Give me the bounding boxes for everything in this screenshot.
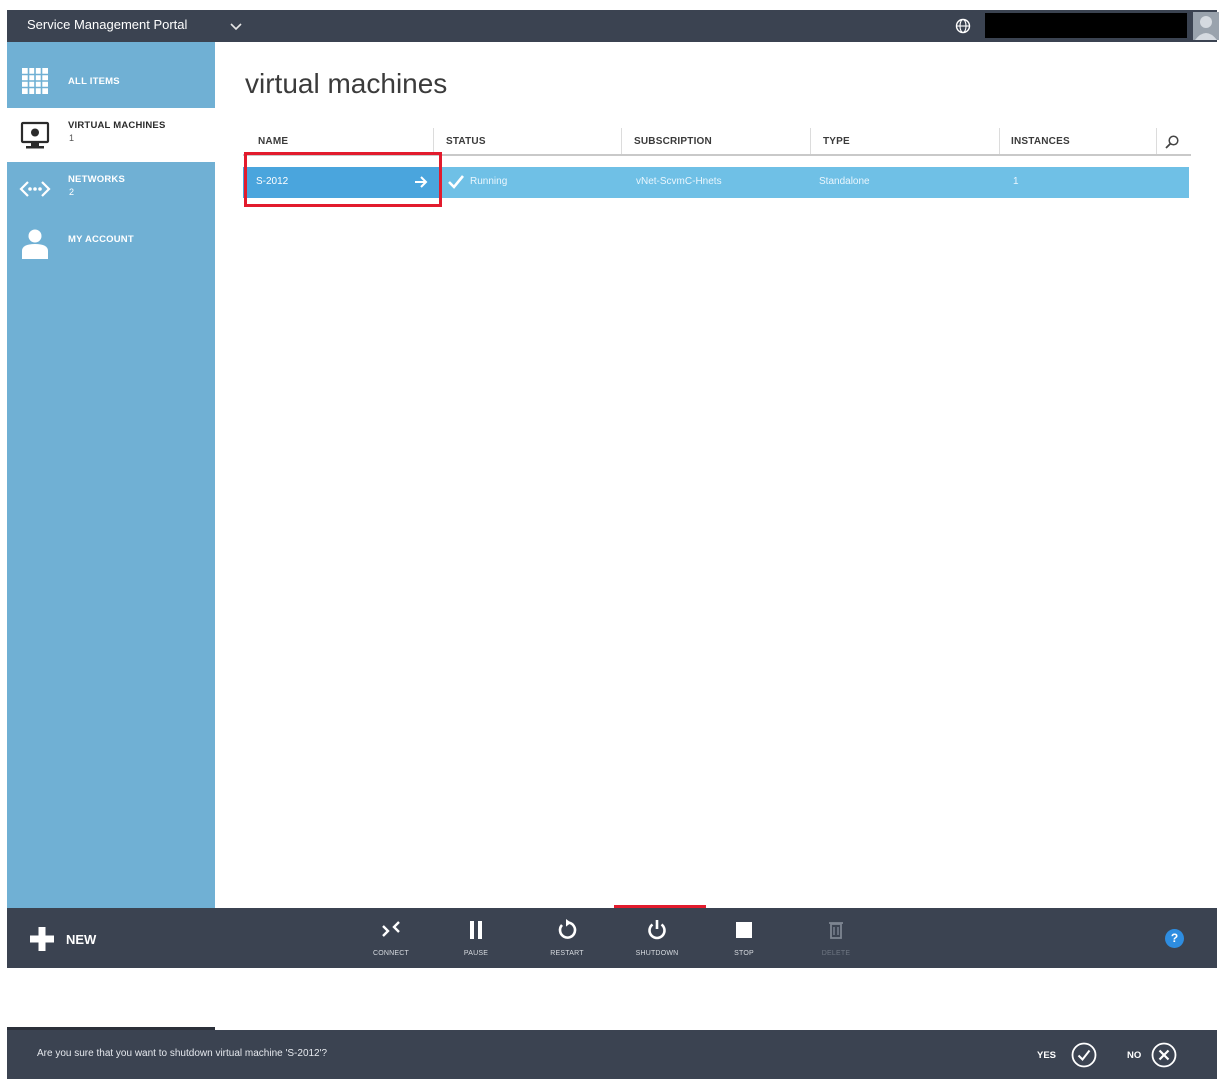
shutdown-label: SHUTDOWN	[635, 950, 679, 957]
plus-icon	[30, 927, 54, 951]
shutdown-button[interactable]: SHUTDOWN	[624, 908, 690, 968]
confirm-bar: Are you sure that you want to shutdown v…	[7, 1030, 1217, 1079]
portal-brand[interactable]: Service Management Portal	[27, 17, 187, 32]
sidebar-item-label: NETWORKS	[68, 174, 126, 185]
restart-button[interactable]: RESTART	[534, 908, 600, 968]
chevron-down-icon[interactable]	[225, 14, 247, 38]
sidebar-item-networks[interactable]: NETWORKS 2	[7, 162, 215, 216]
help-button[interactable]: ?	[1165, 929, 1184, 948]
confirm-message: Are you sure that you want to shutdown v…	[37, 1048, 328, 1059]
stop-label: STOP	[734, 950, 754, 957]
column-divider	[621, 128, 622, 154]
vm-status: Running	[470, 176, 508, 187]
connect-icon	[382, 921, 400, 937]
page-title: virtual machines	[245, 68, 448, 99]
close-circle-icon	[1151, 1042, 1177, 1068]
column-header-instances[interactable]: INSTANCES	[1011, 136, 1070, 147]
pause-icon	[470, 921, 482, 939]
column-divider	[1156, 128, 1157, 154]
sidebar-item-count: 1	[69, 133, 75, 143]
sidebar-item-label: VIRTUAL MACHINES	[68, 120, 166, 131]
power-icon	[648, 920, 666, 940]
trash-icon	[829, 922, 843, 939]
sidebar-item-label: MY ACCOUNT	[68, 234, 134, 245]
sidebar-item-label: ALL ITEMS	[68, 76, 120, 87]
yes-button[interactable]: YES	[1037, 1040, 1107, 1070]
top-bar: Service Management Portal	[7, 10, 1219, 42]
name-highlight-box	[244, 152, 442, 207]
column-divider	[810, 128, 811, 154]
vm-subscription: vNet-ScvmC-Hnets	[636, 176, 722, 187]
search-icon[interactable]	[1164, 134, 1180, 150]
no-label: NO	[1127, 1050, 1142, 1061]
restart-label: RESTART	[550, 950, 584, 957]
sidebar-item-my-account[interactable]: MY ACCOUNT	[7, 216, 215, 270]
no-button[interactable]: NO	[1127, 1040, 1197, 1070]
network-icon	[19, 181, 51, 197]
sidebar-item-virtual-machines[interactable]: VIRTUAL MACHINES 1	[7, 108, 215, 162]
stop-button[interactable]: STOP	[711, 908, 777, 968]
vm-instances: 1	[1013, 176, 1019, 187]
stop-icon	[736, 922, 752, 938]
sidebar-item-count: 2	[69, 187, 75, 197]
monitor-icon	[20, 121, 50, 149]
person-icon	[22, 229, 48, 259]
check-circle-icon	[1071, 1042, 1097, 1068]
check-icon	[448, 175, 465, 189]
column-header-status[interactable]: STATUS	[446, 136, 486, 147]
avatar[interactable]	[1193, 12, 1219, 40]
sidebar-item-all-items[interactable]: ALL ITEMS	[7, 54, 215, 108]
column-divider	[433, 128, 434, 154]
user-name-box[interactable]	[985, 13, 1187, 38]
delete-label: DELETE	[821, 950, 851, 957]
sidebar: ALL ITEMS VIRTUAL MACHINES 1 NETWORKS 2 …	[7, 42, 215, 908]
delete-button[interactable]: DELETE	[803, 908, 869, 968]
connect-button[interactable]: CONNECT	[358, 908, 424, 968]
yes-label: YES	[1037, 1050, 1057, 1061]
globe-icon[interactable]	[955, 18, 971, 34]
column-header-type[interactable]: TYPE	[823, 136, 850, 147]
pause-button[interactable]: PAUSE	[443, 908, 509, 968]
vm-type: Standalone	[819, 176, 870, 187]
column-header-name[interactable]: NAME	[258, 136, 288, 147]
restart-icon	[558, 919, 577, 939]
new-label: NEW	[66, 932, 97, 947]
command-bar: NEW CONNECT PAUSE RESTART SHUTDOWN STOP …	[7, 908, 1217, 968]
column-divider	[999, 128, 1000, 154]
pause-label: PAUSE	[463, 950, 489, 957]
grid-icon	[22, 68, 48, 94]
connect-label: CONNECT	[372, 950, 409, 957]
column-header-subscription[interactable]: SUBSCRIPTION	[634, 136, 712, 147]
